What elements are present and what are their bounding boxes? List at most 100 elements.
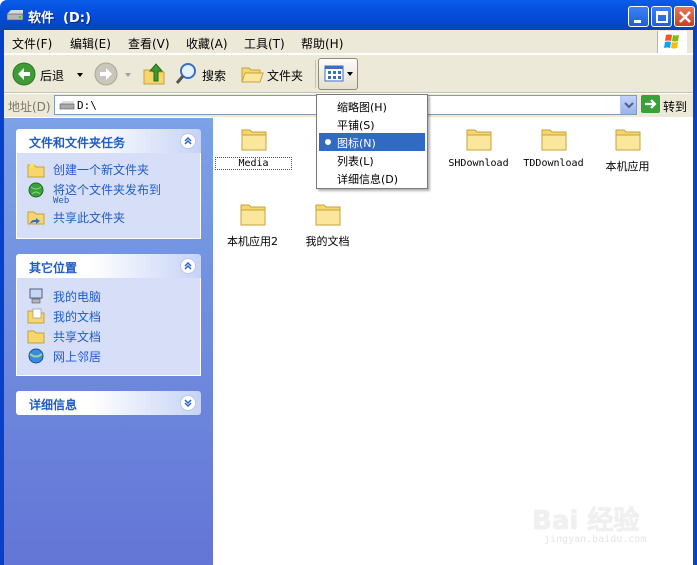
expand-button[interactable] [180,395,196,411]
folder-name: Media [215,157,292,170]
search-button[interactable]: 搜索 [174,61,234,87]
selected-bullet-icon [325,139,331,145]
tasks-panel-header[interactable]: 文件和文件夹任务 [16,129,201,153]
forward-arrow-icon [94,62,118,86]
toolbar: 后退 搜索 文件夹 [4,55,693,93]
chevron-down-icon[interactable] [124,71,132,79]
chevron-down-icon [624,102,634,109]
up-folder-icon [143,63,165,85]
view-thumbnails[interactable]: 缩略图(H) [319,97,425,115]
view-icons-label: 图标(N) [337,137,376,150]
address-value: D:\ [77,99,97,112]
collapse-button[interactable] [180,258,196,274]
folder-item[interactable]: 本机应用 [590,120,665,186]
folders-button[interactable]: 文件夹 [240,61,310,87]
places-panel-header[interactable]: 其它位置 [16,254,201,278]
go-label: 转到 [663,100,688,114]
places-panel-body: 我的电脑 我的文档 共享文档 网上邻居 [16,278,201,376]
go-arrow-icon [641,95,660,113]
folder-icon [241,67,264,83]
minimize-button[interactable] [628,6,649,27]
folder-icon [240,204,266,226]
publish-web-icon [28,182,44,198]
menu-view[interactable]: 查看(V) [128,35,170,52]
menu-edit[interactable]: 编辑(E) [70,35,111,52]
new-folder-icon [27,163,45,178]
network-places-link[interactable]: 网上邻居 [53,348,101,365]
toolbar-separator [315,60,316,88]
shared-documents-icon [27,330,45,344]
view-details-label: 详细信息(D) [337,173,399,186]
views-button[interactable] [318,58,358,90]
menu-tools[interactable]: 工具(T) [244,35,285,52]
address-label: 地址(D) [8,100,51,114]
windows-flag-icon [664,34,679,49]
go-button[interactable]: 转到 [641,95,691,115]
share-folder-link[interactable]: 共享此文件夹 [53,209,125,226]
search-label: 搜索 [202,69,227,83]
folder-item[interactable]: SHDownload [441,120,516,186]
back-arrow-icon [12,62,36,86]
folder-item[interactable]: 本机应用2 [215,195,290,261]
forward-button[interactable] [92,61,134,87]
folder-icon [615,129,641,151]
search-icon [175,63,196,84]
details-panel-header[interactable]: 详细信息 [16,391,201,415]
windows-logo [657,31,687,53]
view-tiles[interactable]: 平铺(S) [319,115,425,133]
folder-item[interactable]: 我的文档 [290,195,365,261]
menu-help[interactable]: 帮助(H) [301,35,343,52]
menu-file[interactable]: 文件(F) [12,35,52,52]
folder-item[interactable]: TDDownload [516,120,591,186]
details-panel: 详细信息 [16,391,201,415]
title-bar[interactable]: 软件 (D:) [0,0,697,30]
view-tiles-label: 平铺(S) [337,119,375,132]
drive-icon [59,101,75,110]
collapse-button[interactable] [180,133,196,149]
maximize-icon [656,11,668,23]
minimize-icon [634,20,641,23]
watermark-brand: Bai 经验 [532,506,640,536]
shared-documents-link[interactable]: 共享文档 [53,328,101,345]
chevron-up-icon [184,137,192,145]
tasks-panel-title: 文件和文件夹任务 [29,136,126,150]
network-places-icon [28,348,44,364]
close-icon [679,11,691,23]
my-computer-link[interactable]: 我的电脑 [53,288,101,305]
back-button[interactable]: 后退 [10,61,86,87]
folder-icon [315,204,341,226]
window-frame-right [693,30,697,565]
share-folder-icon [27,211,45,225]
folder-name: 本机应用 [605,160,650,173]
folder-icon [241,129,267,151]
drive-icon [6,10,24,21]
folder-name: 本机应用2 [227,235,278,248]
task-pane: 文件和文件夹任务 创建一个新文件夹 将这个文件夹发布到 Web 共享此文件夹 其… [4,118,213,565]
up-folder-button[interactable] [141,61,167,87]
places-panel-title: 其它位置 [29,261,78,275]
folders-label: 文件夹 [267,69,304,83]
view-list[interactable]: 列表(L) [319,151,425,169]
window-title: 软件 (D:) [28,11,91,26]
address-dropdown-button[interactable] [620,96,636,114]
folder-item[interactable]: Media [215,120,292,186]
chevron-down-icon[interactable] [76,71,84,79]
views-menu: 缩略图(H) 平铺(S) 图标(N) 列表(L) 详细信息(D) [316,94,428,189]
view-list-label: 列表(L) [337,155,374,168]
view-details[interactable]: 详细信息(D) [319,169,425,187]
close-button[interactable] [674,6,695,27]
publish-folder-link-web[interactable]: Web [53,196,69,206]
my-documents-icon [27,308,45,324]
chevron-up-icon [184,262,192,270]
folder-name: TDDownload [523,158,584,169]
chevron-down-icon [184,399,192,407]
my-documents-link[interactable]: 我的文档 [53,308,101,325]
folder-name: 我的文档 [305,235,350,248]
menu-favorites[interactable]: 收藏(A) [186,35,228,52]
view-icons[interactable]: 图标(N) [319,133,425,151]
maximize-button[interactable] [651,6,672,27]
folder-icon [541,129,567,151]
views-icon [324,65,353,82]
watermark: Bai 经验 jingyan.baidu.com [520,490,690,550]
create-folder-link[interactable]: 创建一个新文件夹 [53,161,149,178]
